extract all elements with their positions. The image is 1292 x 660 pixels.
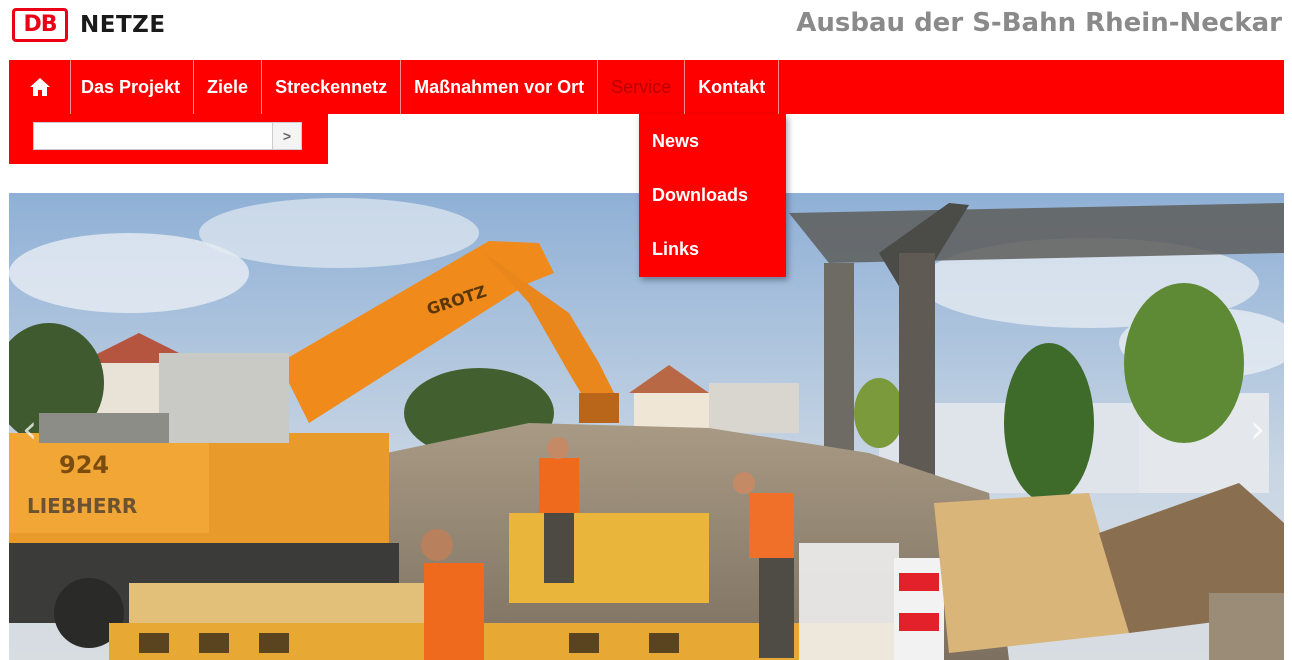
nav-item-das-projekt[interactable]: Das Projekt xyxy=(70,60,195,114)
db-netze-logo[interactable]: DB NETZE xyxy=(12,6,166,44)
carousel-next-arrow[interactable]: › xyxy=(1250,410,1265,448)
dropdown-item-downloads[interactable]: Downloads xyxy=(639,168,786,222)
main-navigation: Das Projekt Ziele Streckennetz Maßnahmen… xyxy=(9,60,1284,114)
netze-logo-text: NETZE xyxy=(80,12,166,38)
nav-home-button[interactable] xyxy=(9,60,70,114)
nav-item-service[interactable]: Service xyxy=(598,60,686,114)
search-bar: > xyxy=(9,114,328,164)
db-logo-mark: DB xyxy=(12,8,68,42)
nav-item-ziele[interactable]: Ziele xyxy=(194,60,263,114)
search-input[interactable] xyxy=(33,122,273,150)
nav-item-kontakt[interactable]: Kontakt xyxy=(685,60,780,114)
nav-item-streckennetz[interactable]: Streckennetz xyxy=(262,60,402,114)
home-icon xyxy=(29,78,50,96)
dropdown-item-links[interactable]: Links xyxy=(639,222,786,276)
image-lettering-liebherr: LIEBHERR xyxy=(27,494,137,518)
image-lettering-924: 924 xyxy=(59,451,109,479)
carousel-prev-arrow[interactable]: ‹ xyxy=(22,410,37,448)
site-title: Ausbau der S-Bahn Rhein-Neckar xyxy=(796,8,1282,38)
service-dropdown-menu: News Downloads Links xyxy=(639,114,786,277)
search-submit-button[interactable]: > xyxy=(272,122,302,150)
dropdown-item-news[interactable]: News xyxy=(639,114,786,168)
nav-item-massnahmen-vor-ort[interactable]: Maßnahmen vor Ort xyxy=(401,60,599,114)
